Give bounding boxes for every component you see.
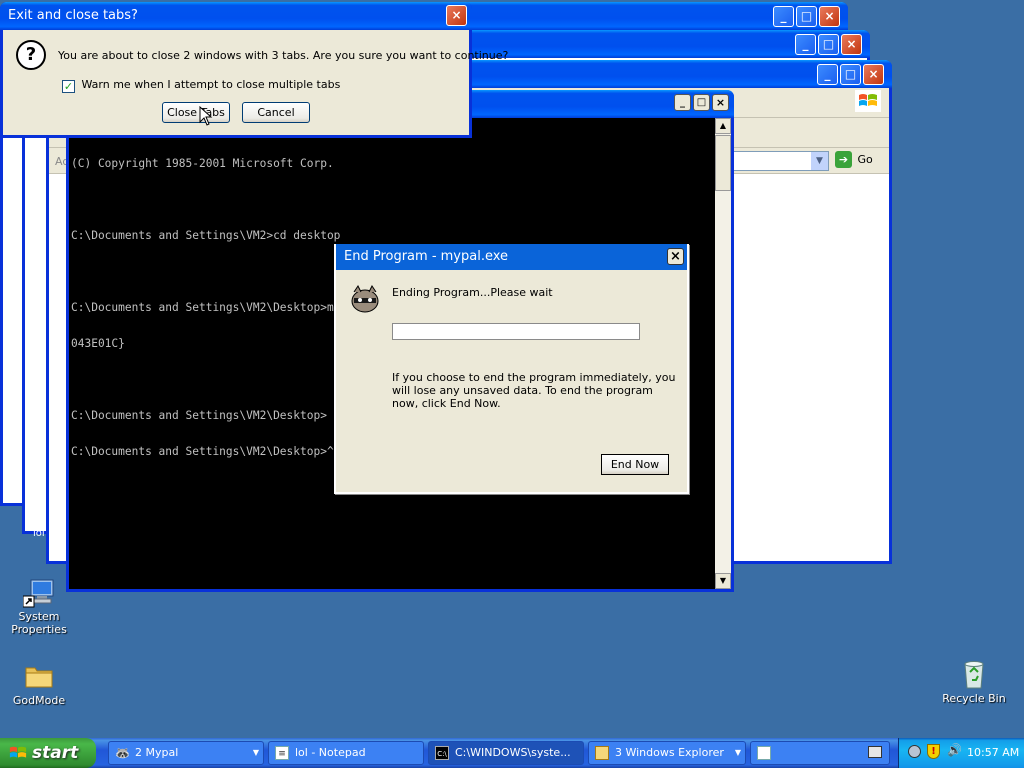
- end-now-button[interactable]: End Now: [601, 454, 669, 475]
- partial-icon-label: lol: [33, 528, 45, 539]
- volume-icon[interactable]: 🔊: [947, 743, 962, 757]
- desktop-icon-label: Recycle Bin: [942, 692, 1006, 705]
- desktop-icon-system-properties[interactable]: System Properties: [1, 576, 77, 636]
- close-button[interactable]: ×: [712, 94, 729, 111]
- folder-icon: [23, 660, 55, 692]
- scroll-down-arrow[interactable]: ▼: [715, 573, 731, 589]
- taskbar-item-label: 2 Mypal: [135, 746, 179, 759]
- mypal-raccoon-icon: [348, 284, 382, 314]
- close-button[interactable]: ×: [819, 6, 840, 27]
- cmd-icon: C:\: [435, 746, 449, 760]
- desktop-icon-godmode[interactable]: GodMode: [1, 660, 77, 707]
- dialog-message: You are about to close 2 windows with 3 …: [58, 49, 509, 62]
- minimize-button[interactable]: _: [674, 94, 691, 111]
- maximize-button[interactable]: □: [818, 34, 839, 55]
- minimize-button[interactable]: _: [817, 64, 838, 85]
- dialog-title: Exit and close tabs?: [8, 8, 138, 23]
- close-tabs-button[interactable]: Close Tabs: [162, 102, 230, 123]
- system-tray: ! 🔊 10:57 AM: [898, 738, 1024, 768]
- maximize-button[interactable]: □: [796, 6, 817, 27]
- taskbar-item-label: C:\WINDOWS\syste...: [455, 746, 571, 759]
- end-program-progress-bar: [392, 323, 640, 340]
- taskbar-item-label: lol - Notepad: [295, 746, 366, 759]
- close-button[interactable]: ×: [863, 64, 884, 85]
- minimize-button[interactable]: _: [795, 34, 816, 55]
- console-scrollbar[interactable]: ▲ ▼: [715, 118, 731, 589]
- chevron-down-icon: ▼: [252, 748, 259, 757]
- chevron-down-icon[interactable]: ▼: [811, 152, 828, 170]
- go-button[interactable]: ➔ Go: [835, 151, 875, 171]
- chevron-down-icon: ▼: [734, 748, 741, 757]
- mypal-icon: 🦝: [115, 746, 130, 760]
- clock[interactable]: 10:57 AM: [967, 746, 1019, 759]
- console-line: C:\Documents and Settings\VM2>cd desktop: [71, 229, 341, 242]
- desktop-icon-recycle-bin[interactable]: Recycle Bin: [936, 658, 1012, 705]
- notepad-icon: ≡: [275, 746, 289, 760]
- cancel-button[interactable]: Cancel: [242, 102, 310, 123]
- desktop-icon-label: System Properties: [11, 610, 67, 636]
- window-icon: [757, 746, 771, 760]
- maximize-button[interactable]: □: [693, 94, 710, 111]
- close-button[interactable]: ×: [446, 5, 467, 26]
- recycle-bin-icon: [958, 658, 990, 690]
- end-program-info: If you choose to end the program immedia…: [392, 371, 676, 410]
- folder-icon: [595, 746, 609, 760]
- question-icon: ?: [16, 40, 46, 70]
- scroll-up-arrow[interactable]: ▲: [715, 118, 731, 134]
- go-label: Go: [857, 153, 873, 166]
- keyboard-icon[interactable]: [868, 746, 882, 758]
- taskbar: start 🦝 2 Mypal ▼ ≡ lol - Notepad C:\ C:…: [0, 738, 1024, 768]
- taskbar-item-cmd[interactable]: C:\ C:\WINDOWS\syste...: [428, 741, 584, 765]
- close-button[interactable]: ×: [841, 34, 862, 55]
- taskbar-item-notepad[interactable]: ≡ lol - Notepad: [268, 741, 424, 765]
- end-program-dialog[interactable]: End Program - mypal.exe × Ending Program…: [334, 244, 689, 494]
- console-line: (C) Copyright 1985-2001 Microsoft Corp.: [71, 157, 334, 170]
- minimize-button[interactable]: _: [773, 6, 794, 27]
- start-button[interactable]: start: [0, 738, 96, 768]
- end-program-title: End Program - mypal.exe: [344, 249, 509, 264]
- taskbar-item-mypal[interactable]: 🦝 2 Mypal ▼: [108, 741, 264, 765]
- warn-checkbox-label: Warn me when I attempt to close multiple…: [81, 78, 341, 91]
- scroll-thumb[interactable]: [715, 135, 731, 191]
- exit-close-tabs-dialog[interactable]: Exit and close tabs? × ? You are about t…: [0, 2, 508, 138]
- maximize-button[interactable]: □: [840, 64, 861, 85]
- security-shield-icon[interactable]: !: [927, 744, 940, 759]
- dialog-title-bar[interactable]: Exit and close tabs?: [0, 2, 472, 30]
- ending-status: Ending Program...Please wait: [392, 286, 553, 299]
- close-button[interactable]: ×: [667, 248, 684, 265]
- tray-disk-icon[interactable]: [908, 745, 921, 758]
- taskbar-item-explorer[interactable]: 3 Windows Explorer ▼: [588, 741, 746, 765]
- windows-flag-icon: [9, 746, 27, 758]
- warn-checkbox[interactable]: ✓: [62, 80, 75, 93]
- end-program-title-bar[interactable]: End Program - mypal.exe: [336, 244, 687, 270]
- taskbar-item-label: 3 Windows Explorer: [615, 746, 724, 759]
- desktop-icon-label: GodMode: [12, 694, 66, 707]
- windows-flag-icon: [855, 90, 881, 112]
- go-arrow-icon: ➔: [835, 151, 852, 168]
- start-label: start: [32, 743, 79, 763]
- system-properties-icon: [22, 576, 55, 608]
- warn-checkbox-row[interactable]: ✓ Warn me when I attempt to close multip…: [62, 78, 340, 93]
- mouse-cursor-icon: [199, 106, 213, 126]
